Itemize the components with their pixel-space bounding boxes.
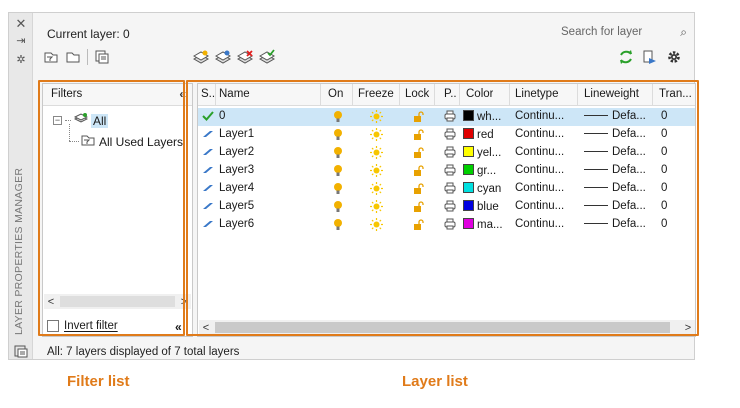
right-toolbar: [618, 49, 682, 69]
new-property-filter-icon[interactable]: [43, 49, 59, 65]
layer-states-manager-icon[interactable]: [94, 49, 110, 65]
filter-list-frame: [38, 80, 185, 336]
toolbar-separator: [87, 49, 88, 65]
palette-side-strip: ✕ ⇥ ✲ LAYER PROPERTIES MANAGER: [9, 13, 33, 359]
search-placeholder: Search for layer: [561, 26, 643, 38]
layer-translator-icon[interactable]: [642, 49, 658, 65]
palette-title: LAYER PROPERTIES MANAGER: [13, 167, 25, 335]
caption-layer-list: Layer list: [402, 373, 468, 390]
layer-states-icon[interactable]: [13, 343, 29, 362]
current-layer-label: Current layer: 0: [47, 27, 130, 41]
palette-settings-icon[interactable]: ✲: [9, 53, 33, 66]
filter-toolbar: [43, 49, 110, 69]
search-icon: ⌕: [680, 25, 687, 39]
new-layer-vp-frozen-icon[interactable]: [215, 49, 231, 65]
new-layer-icon[interactable]: [193, 49, 209, 65]
layer-list-frame: [186, 80, 699, 336]
gear-icon[interactable]: [666, 49, 682, 65]
new-group-filter-icon[interactable]: [65, 49, 81, 65]
search-input[interactable]: Search for layer ⌕: [557, 25, 689, 42]
delete-layer-icon[interactable]: [237, 49, 253, 65]
pin-icon[interactable]: ⇥: [9, 34, 33, 47]
refresh-icon[interactable]: [618, 49, 634, 65]
layer-toolbar: [193, 49, 275, 69]
status-bar-text: All: 7 layers displayed of 7 total layer…: [47, 346, 240, 358]
close-icon[interactable]: ✕: [9, 16, 33, 32]
set-current-icon[interactable]: [259, 49, 275, 65]
caption-filter-list: Filter list: [67, 373, 130, 390]
